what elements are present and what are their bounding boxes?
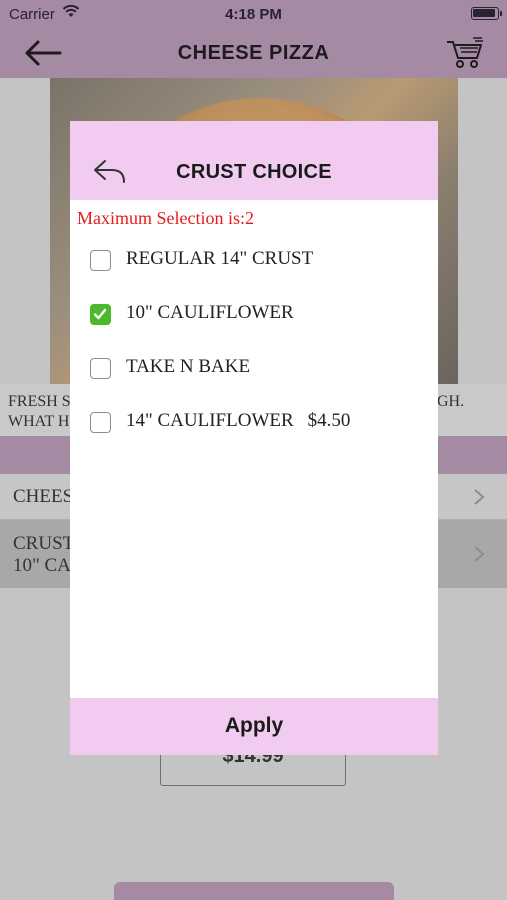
navigation-bar: CHEESE PIZZA xyxy=(0,30,507,78)
checkbox[interactable] xyxy=(90,250,111,271)
option-label: 10" CAULIFLOWER xyxy=(126,302,294,323)
description-text-left: FRESH S WHAT H xyxy=(8,393,70,430)
add-to-cart-button[interactable] xyxy=(114,882,394,900)
modal-header: CRUST CHOICE xyxy=(70,121,438,200)
checkbox[interactable] xyxy=(90,358,111,379)
max-selection-notice: Maximum Selection is:2 xyxy=(77,208,254,228)
checkbox[interactable] xyxy=(90,412,111,433)
option-row-value: 10" CA xyxy=(13,555,71,576)
chevron-right-icon xyxy=(474,546,485,562)
description-text-right: GH. xyxy=(437,393,465,410)
option-label: REGULAR 14" CRUST xyxy=(126,248,314,269)
chevron-right-icon xyxy=(474,489,485,505)
option-price: $4.50 xyxy=(307,410,351,431)
checkbox-checked[interactable] xyxy=(90,304,111,325)
option-10-cauliflower[interactable]: 10" CAULIFLOWER xyxy=(90,302,420,332)
clock: 4:18 PM xyxy=(225,6,282,23)
status-bar: Carrier 4:18 PM xyxy=(0,0,507,30)
option-row-label: CHEESE xyxy=(13,486,71,507)
option-row-title: CRUST xyxy=(13,533,71,554)
checkmark-icon xyxy=(93,308,107,320)
battery-icon xyxy=(471,7,502,20)
crust-choice-modal: CRUST CHOICE Maximum Selection is:2 REGU… xyxy=(70,121,438,755)
modal-title: CRUST CHOICE xyxy=(176,161,332,183)
apply-button[interactable]: Apply xyxy=(70,698,438,755)
page-title: CHEESE PIZZA xyxy=(177,42,330,64)
option-14-cauliflower[interactable]: 14" CAULIFLOWER $4.50 xyxy=(90,410,420,440)
option-row-label: CRUST 10" CA xyxy=(13,533,71,577)
cart-icon[interactable] xyxy=(445,36,485,70)
option-regular-14-crust[interactable]: REGULAR 14" CRUST xyxy=(90,248,420,278)
option-take-n-bake[interactable]: TAKE N BAKE xyxy=(90,356,420,386)
option-label: TAKE N BAKE xyxy=(126,356,251,377)
option-label: 14" CAULIFLOWER $4.50 xyxy=(126,410,351,431)
